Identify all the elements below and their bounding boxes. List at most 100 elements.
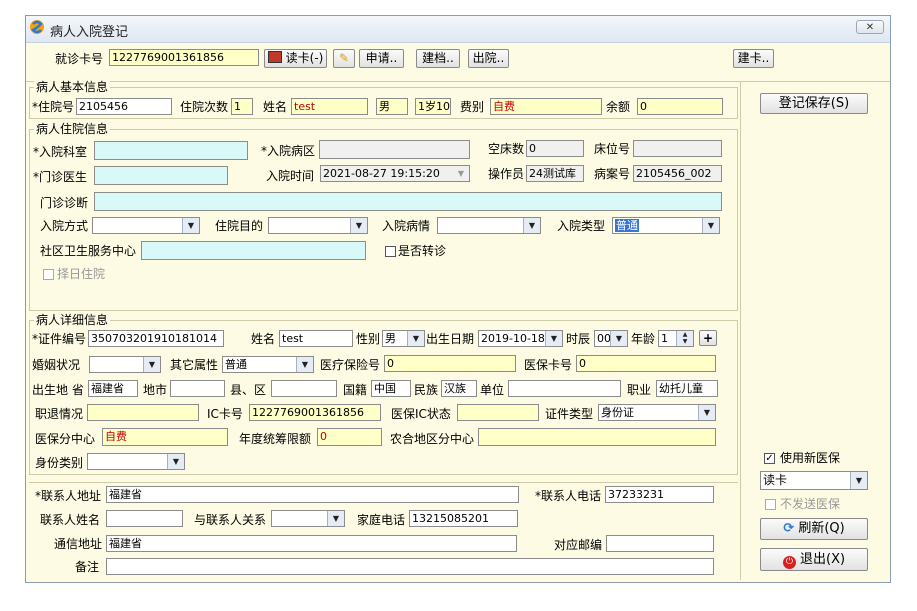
exit-button[interactable]: ⏻ 退出(X)	[760, 548, 868, 571]
read-card-button[interactable]: 读卡(-)	[264, 49, 327, 68]
rural-input[interactable]	[478, 428, 716, 446]
contact-name-input[interactable]	[106, 510, 183, 527]
chevron-down-icon: ▼	[143, 357, 160, 372]
clear-button[interactable]: ✎	[333, 49, 355, 68]
new-insurance-label: 使用新医保	[780, 451, 841, 465]
create-card-button[interactable]: 建卡..	[733, 49, 774, 68]
marital-select[interactable]: ▼	[89, 356, 161, 373]
city-input[interactable]	[170, 380, 225, 397]
unit-input[interactable]	[508, 380, 621, 397]
times-input[interactable]: 1	[231, 98, 253, 115]
admit-mode-select[interactable]: ▼	[92, 217, 200, 234]
age-input[interactable]: 1岁10	[415, 98, 451, 115]
nation-input[interactable]: 中国	[371, 380, 411, 397]
contact-addr-input[interactable]: 福建省	[106, 486, 519, 503]
cert-type-label: 证件类型	[545, 407, 594, 421]
retire-input[interactable]	[87, 404, 199, 421]
rural-label: 农合地区分中心	[390, 432, 475, 446]
add-button[interactable]: +	[699, 330, 717, 346]
card-no-input[interactable]: 1227769001361856	[109, 49, 259, 66]
age-spinner[interactable]: 1 ▲ ▼	[658, 330, 694, 347]
transfer-checkbox[interactable]	[385, 246, 396, 257]
balance-label: 余额	[606, 100, 631, 114]
save-button[interactable]: 登记保存(S)	[760, 93, 868, 114]
county-input[interactable]	[271, 380, 337, 397]
condition-select[interactable]: ▼	[437, 217, 541, 234]
name-input[interactable]: test	[291, 98, 368, 115]
ic-input[interactable]: 1227769001361856	[249, 404, 381, 421]
id-no-input[interactable]: 350703201910181014	[88, 330, 224, 347]
birth-picker[interactable]: 2019-10-18 ▼	[478, 330, 563, 347]
ins-center-input[interactable]: 自费	[102, 428, 228, 446]
remark-input[interactable]	[106, 558, 714, 575]
chevron-down-icon: ▼	[327, 511, 344, 526]
no-send-checkbox[interactable]	[765, 499, 776, 510]
balance-input[interactable]: 0	[637, 98, 723, 115]
chevron-down-icon: ▼	[702, 218, 719, 233]
create-file-button[interactable]: 建档..	[416, 49, 460, 68]
record-no-input[interactable]: 2105456_002	[633, 165, 722, 182]
discharge-button[interactable]: 出院..	[468, 49, 509, 68]
age-value: 1	[661, 332, 668, 345]
power-icon: ⏻	[782, 556, 796, 569]
ward-input[interactable]	[319, 140, 470, 159]
sex-input[interactable]: 男	[376, 98, 408, 115]
diagnosis-input[interactable]	[94, 192, 722, 211]
relation-select[interactable]: ▼	[271, 510, 345, 527]
operator-input[interactable]: 24测试库	[526, 165, 584, 182]
close-button[interactable]: ✕	[856, 20, 884, 34]
detail-name-input[interactable]: test	[279, 330, 353, 347]
identity-select[interactable]: ▼	[87, 453, 185, 470]
mail-addr-input[interactable]: 福建省	[106, 535, 517, 552]
ic-status-input[interactable]	[457, 404, 539, 421]
ethnic-label: 民族	[414, 383, 439, 397]
inpatient-no-input[interactable]: 2105456	[76, 98, 172, 115]
hour-select[interactable]: 00 ▼	[594, 330, 628, 347]
unit-label: 单位	[480, 383, 505, 397]
refresh-label: 刷新(Q)	[798, 521, 845, 536]
admit-time-picker[interactable]: 2021-08-27 19:15:20 ▼	[320, 165, 470, 182]
admit-type-select[interactable]: 普通 ▼	[612, 217, 720, 234]
insurance-card-input[interactable]: 0	[576, 355, 716, 372]
zip-input[interactable]	[606, 535, 714, 552]
admit-type-label: 入院类型	[557, 219, 606, 233]
select-day-checkbox[interactable]	[43, 269, 54, 280]
chevron-down-icon: ▼	[610, 331, 627, 346]
ethnic-input[interactable]: 汉族	[441, 380, 477, 397]
doctor-label: *门诊医生	[33, 170, 88, 184]
contact-name-label: 联系人姓名	[40, 513, 101, 527]
dept-input[interactable]	[94, 141, 248, 160]
detail-sex-select[interactable]: 男 ▼	[382, 330, 425, 347]
doctor-input[interactable]	[94, 166, 228, 185]
hour-value: 00	[597, 332, 611, 345]
admit-type-value: 普通	[615, 219, 639, 232]
empty-bed-input[interactable]: 0	[526, 140, 584, 157]
id-no-label: *证件编号	[32, 332, 87, 346]
contact-addr-label: *联系人地址	[35, 489, 102, 503]
bed-input[interactable]	[633, 140, 722, 157]
job-input[interactable]: 幼托儿童	[656, 380, 718, 397]
retire-label: 职退情况	[35, 407, 84, 421]
insurance-no-input[interactable]: 0	[384, 355, 516, 372]
home-phone-input[interactable]: 13215085201	[409, 510, 518, 527]
admit-time-value: 2021-08-27 19:15:20	[323, 167, 440, 180]
cert-type-select[interactable]: 身份证 ▼	[598, 404, 716, 421]
read-mode-select[interactable]: 读卡 ▼	[760, 471, 868, 490]
quota-input[interactable]: 0	[317, 428, 382, 446]
mail-addr-label: 通信地址	[54, 537, 103, 551]
new-insurance-checkbox[interactable]: ✓	[764, 453, 775, 464]
chevron-down-icon: ▼	[182, 218, 199, 233]
refresh-button[interactable]: ⟳ 刷新(Q)	[760, 518, 868, 540]
community-input[interactable]	[141, 241, 366, 260]
purpose-select[interactable]: ▼	[268, 217, 368, 234]
transfer-label: 是否转诊	[398, 244, 447, 258]
app-logo-icon	[30, 20, 44, 34]
contact-phone-input[interactable]: 37233231	[605, 486, 714, 503]
apply-button[interactable]: 申请..	[359, 49, 404, 68]
other-attr-select[interactable]: 普通 ▼	[222, 356, 314, 373]
province-input[interactable]: 福建省	[88, 380, 138, 397]
chevron-down-icon: ▼	[453, 166, 469, 181]
detail-name-label: 姓名	[251, 332, 276, 346]
fee-type-input[interactable]: 自费	[490, 98, 602, 115]
admit-mode-label: 入院方式	[40, 219, 89, 233]
